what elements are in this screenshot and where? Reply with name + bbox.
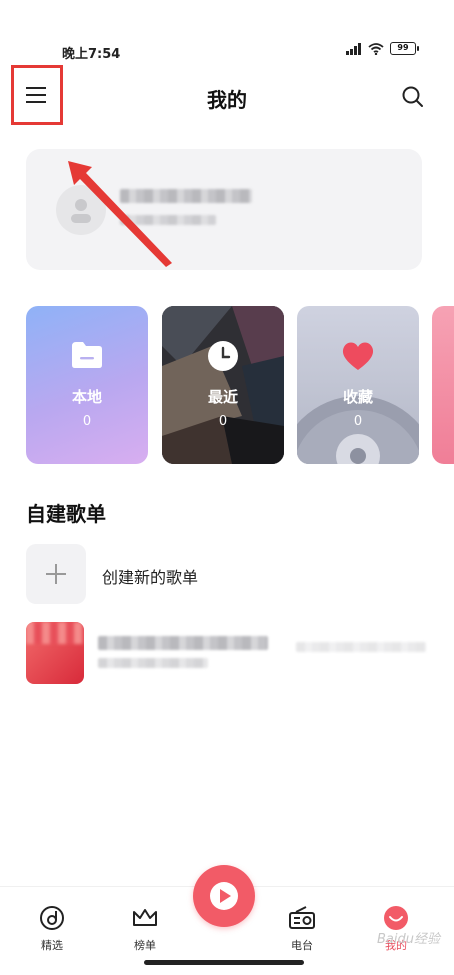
profile-card[interactable] (26, 149, 422, 270)
card-count: 0 (82, 414, 92, 429)
create-playlist-button[interactable] (26, 544, 86, 604)
status-bar: 晚上7:54 99 (0, 40, 454, 62)
card-more-partial[interactable] (432, 306, 454, 464)
card-label: 收藏 (342, 388, 373, 406)
card-favorites[interactable]: 收藏 0 (297, 306, 419, 464)
avatar[interactable] (56, 185, 106, 235)
wifi-icon (368, 42, 384, 55)
feature-cards: 本地 0 最近 0 收藏 0 (26, 306, 454, 464)
create-playlist-label: 创建新的歌单 (102, 568, 199, 587)
signal-icon (346, 42, 361, 55)
search-icon (402, 86, 423, 107)
heart-icon (342, 342, 374, 370)
nav-item-radio[interactable]: 电台 (272, 905, 332, 953)
playlist-name-blurred (98, 636, 268, 650)
home-indicator[interactable] (144, 960, 304, 965)
playlist-item[interactable] (26, 622, 436, 684)
card-recent[interactable]: 最近 0 (162, 306, 284, 464)
radio-icon (289, 906, 315, 929)
crown-icon (133, 909, 157, 926)
header: 我的 (0, 65, 454, 126)
clock-icon (208, 341, 238, 371)
card-count: 0 (218, 414, 228, 429)
status-time: 晚上7:54 (62, 47, 121, 62)
folder-icon (72, 342, 102, 368)
nav-label: 精选 (41, 939, 63, 952)
nav-item-charts[interactable]: 榜单 (115, 905, 175, 953)
playlist-action-blurred (296, 642, 426, 652)
disc-icon (40, 906, 64, 930)
plus-icon (46, 564, 66, 584)
section-title: 自建歌单 (26, 502, 106, 526)
play-icon (210, 882, 238, 910)
vinyl-decoration (297, 396, 419, 464)
playlist-info-blurred (98, 658, 208, 668)
create-playlist-row[interactable]: 创建新的歌单 (26, 544, 426, 606)
play-button[interactable] (193, 865, 255, 927)
card-count: 0 (353, 414, 363, 429)
card-label: 最近 (207, 388, 238, 406)
playlist-cover (26, 622, 84, 684)
user-info-blurred (120, 215, 216, 225)
nav-label: 榜单 (134, 939, 156, 952)
username-blurred (120, 189, 252, 203)
album-collage (162, 306, 284, 464)
status-icons: 99 (346, 42, 419, 55)
nav-item-featured[interactable]: 精选 (22, 905, 82, 953)
battery-icon: 99 (390, 42, 419, 55)
page-title: 我的 (207, 88, 247, 112)
user-icon (71, 199, 91, 223)
card-local[interactable]: 本地 0 (26, 306, 148, 464)
search-button[interactable] (400, 84, 426, 110)
watermark: Baidu经验 (377, 932, 440, 947)
card-label: 本地 (71, 388, 102, 406)
nav-label: 电台 (291, 939, 313, 952)
